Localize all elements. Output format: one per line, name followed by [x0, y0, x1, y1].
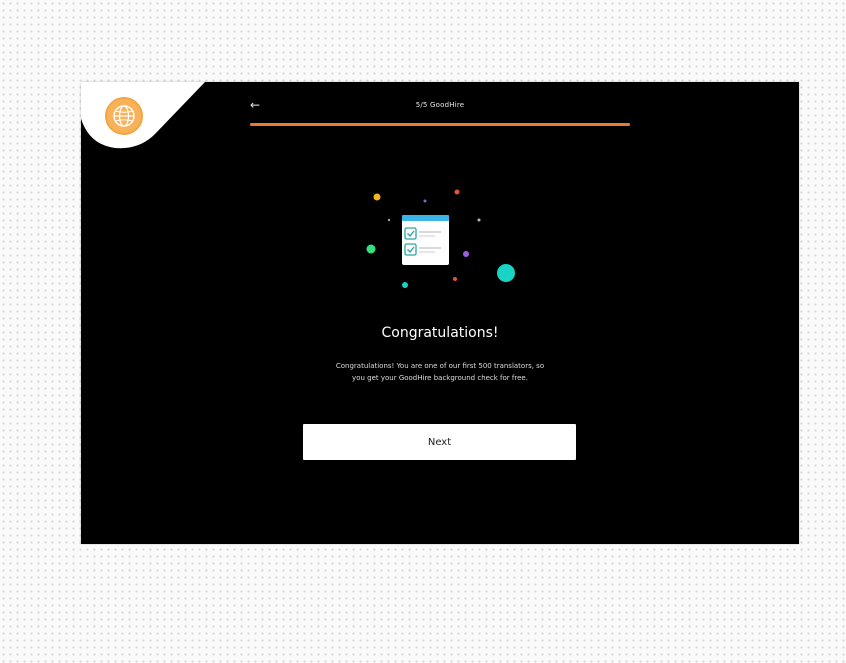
message-line: you get your GoodHire background check f… [352, 374, 528, 382]
confetti-dot [497, 264, 515, 282]
progress-bar [250, 123, 630, 126]
step-title: 5/5 GoodHire [415, 101, 465, 109]
logo-badge [81, 82, 211, 152]
confetti-dot [423, 199, 427, 203]
next-button[interactable]: Next [303, 424, 576, 460]
confetti-dot [366, 244, 376, 254]
globe-icon [105, 97, 143, 135]
checklist-document-icon [402, 215, 449, 265]
confetti-dot [402, 282, 408, 288]
confetti-dot [463, 251, 469, 257]
message-line: Congratulations! You are one of our firs… [335, 362, 545, 370]
confetti-dot [373, 193, 381, 201]
badge-shape [81, 82, 205, 152]
congratulations-heading: Congratulations! [381, 325, 499, 341]
confetti-dot [453, 277, 457, 281]
progress-fill [250, 123, 630, 126]
app-window: ← 5/5 GoodHire Congratulations! Congratu… [81, 82, 799, 544]
congratulations-message: Congratulations! You are one of our firs… [280, 360, 600, 384]
confetti-dot [477, 218, 481, 222]
confetti-dot [387, 218, 391, 222]
confetti-dot [454, 189, 460, 195]
success-illustration [358, 182, 518, 297]
